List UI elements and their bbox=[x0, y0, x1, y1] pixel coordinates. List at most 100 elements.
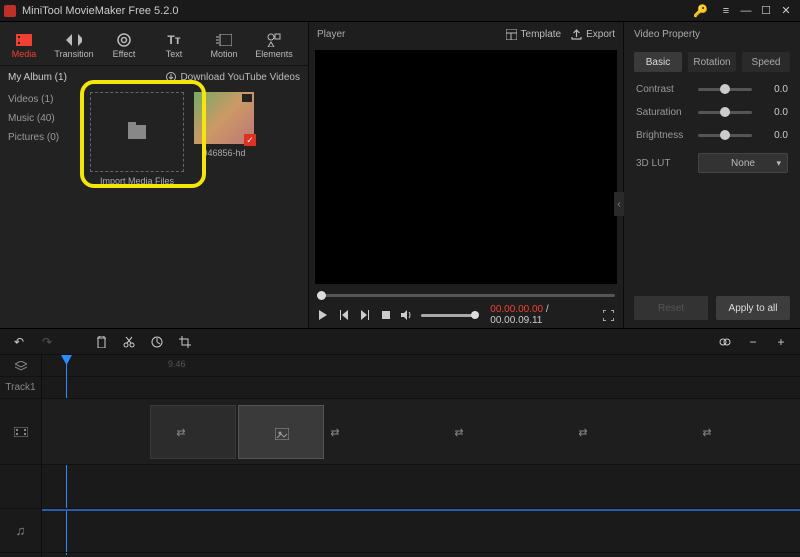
effect-icon bbox=[116, 33, 132, 47]
player-title: Player bbox=[317, 29, 345, 40]
volume-slider[interactable] bbox=[421, 314, 476, 317]
transition-slot[interactable]: ⇄ bbox=[574, 423, 592, 441]
next-frame-button[interactable] bbox=[359, 308, 372, 322]
tab-media[interactable]: Media bbox=[0, 26, 48, 66]
app-logo bbox=[4, 5, 16, 17]
chevron-down-icon: ▾ bbox=[776, 158, 781, 169]
collapse-properties-button[interactable]: ‹ bbox=[614, 192, 624, 216]
clip-thumb-icon bbox=[275, 428, 289, 440]
play-button[interactable] bbox=[317, 308, 330, 322]
sidebar-pictures[interactable]: Pictures (0) bbox=[8, 132, 86, 143]
app-title: MiniTool MovieMaker Free 5.2.0 bbox=[22, 5, 693, 17]
redo-button[interactable]: ↷ bbox=[40, 335, 54, 349]
lut-select[interactable]: None ▾ bbox=[698, 153, 788, 173]
transition-slot[interactable]: ⇄ bbox=[172, 423, 190, 441]
brightness-label: Brightness bbox=[636, 130, 690, 141]
activate-key-icon[interactable]: 🔑 bbox=[693, 4, 708, 18]
export-button[interactable]: Export bbox=[571, 29, 615, 40]
timeline-ruler[interactable]: 9.46 bbox=[42, 355, 800, 377]
media-icon bbox=[16, 33, 32, 47]
export-icon bbox=[571, 29, 582, 40]
tab-speed[interactable]: Speed bbox=[742, 52, 790, 72]
tab-text[interactable]: Tт Text bbox=[150, 26, 198, 66]
track-video-header bbox=[0, 399, 41, 465]
saturation-value: 0.0 bbox=[760, 107, 788, 118]
minimize-button[interactable]: — bbox=[736, 3, 756, 19]
timeline-clip[interactable] bbox=[150, 405, 236, 459]
text-icon: Tт bbox=[166, 33, 182, 47]
brightness-value: 0.0 bbox=[760, 130, 788, 141]
video-track[interactable]: ⇄ ⇄ ⇄ ⇄ ⇄ ⇄ bbox=[42, 399, 800, 465]
folder-icon bbox=[128, 125, 146, 139]
tab-effect[interactable]: Effect bbox=[100, 26, 148, 66]
sidebar-videos[interactable]: Videos (1) bbox=[8, 94, 86, 105]
media-thumbnail-caption: 046856-hd bbox=[194, 148, 254, 158]
volume-button[interactable] bbox=[400, 308, 413, 322]
transition-icon bbox=[66, 33, 82, 47]
ruler-tick: 9.46 bbox=[168, 359, 186, 369]
audio-track[interactable] bbox=[42, 509, 800, 553]
menu-icon[interactable]: ≡ bbox=[716, 3, 736, 19]
saturation-label: Saturation bbox=[636, 107, 690, 118]
import-media-button[interactable] bbox=[90, 92, 184, 172]
template-icon bbox=[506, 29, 517, 40]
download-youtube-button[interactable]: Download YouTube Videos bbox=[166, 72, 300, 83]
saturation-slider[interactable] bbox=[698, 111, 752, 114]
elements-icon bbox=[266, 33, 282, 47]
apply-to-all-button[interactable]: Apply to all bbox=[716, 296, 790, 320]
transition-slot[interactable]: ⇄ bbox=[698, 423, 716, 441]
split-button[interactable] bbox=[122, 335, 136, 349]
selected-check-icon: ✓ bbox=[244, 134, 256, 146]
sidebar-music[interactable]: Music (40) bbox=[8, 113, 86, 124]
zoom-fit-button[interactable] bbox=[718, 335, 732, 349]
zoom-out-button[interactable]: − bbox=[746, 335, 760, 349]
crop-button[interactable] bbox=[178, 335, 192, 349]
track-fx-header bbox=[0, 465, 41, 509]
tab-motion[interactable]: Motion bbox=[200, 26, 248, 66]
delete-button[interactable] bbox=[94, 335, 108, 349]
zoom-in-button[interactable]: + bbox=[774, 335, 788, 349]
track1[interactable] bbox=[42, 377, 800, 399]
music-note-icon: ♫ bbox=[16, 523, 26, 538]
import-media-label: Import Media Files bbox=[100, 176, 174, 186]
media-gallery: Import Media Files ✓ 046856-hd bbox=[86, 88, 308, 328]
download-icon bbox=[166, 72, 176, 82]
track1-label: Track1 bbox=[0, 377, 41, 399]
media-category-sidebar: Videos (1) Music (40) Pictures (0) bbox=[0, 88, 86, 328]
transition-slot[interactable]: ⇄ bbox=[326, 423, 344, 441]
motion-icon bbox=[216, 33, 232, 47]
prev-frame-button[interactable] bbox=[338, 308, 351, 322]
tab-basic[interactable]: Basic bbox=[634, 52, 682, 72]
stop-button[interactable] bbox=[380, 308, 393, 322]
timeline-clip-selected[interactable] bbox=[238, 405, 324, 459]
brightness-slider[interactable] bbox=[698, 134, 752, 137]
track-audio-header: ♫ bbox=[0, 509, 41, 553]
transition-slot[interactable]: ⇄ bbox=[450, 423, 468, 441]
tab-transition[interactable]: Transition bbox=[50, 26, 98, 66]
properties-title: Video Property bbox=[634, 29, 700, 40]
effects-track[interactable] bbox=[42, 465, 800, 509]
maximize-button[interactable]: ☐ bbox=[756, 3, 776, 19]
main-toolbar: Media Transition Effect Tт Text Motion E… bbox=[0, 22, 308, 66]
player-viewport[interactable] bbox=[315, 50, 617, 284]
film-icon bbox=[14, 427, 28, 437]
track-header-ruler bbox=[0, 355, 41, 377]
fullscreen-button[interactable] bbox=[602, 308, 615, 322]
contrast-value: 0.0 bbox=[760, 84, 788, 95]
video-badge-icon bbox=[242, 94, 252, 102]
speed-button[interactable] bbox=[150, 335, 164, 349]
lut-label: 3D LUT bbox=[636, 158, 690, 169]
contrast-slider[interactable] bbox=[698, 88, 752, 91]
media-thumbnail[interactable]: ✓ bbox=[194, 92, 254, 144]
album-title: My Album (1) bbox=[8, 72, 67, 83]
reset-button[interactable]: Reset bbox=[634, 296, 708, 320]
player-seek-slider[interactable] bbox=[317, 294, 615, 297]
close-button[interactable]: ✕ bbox=[776, 3, 796, 19]
layers-icon bbox=[15, 361, 27, 371]
template-button[interactable]: Template bbox=[506, 29, 562, 40]
undo-button[interactable]: ↶ bbox=[12, 335, 26, 349]
contrast-label: Contrast bbox=[636, 84, 690, 95]
player-timecode: 00.00.00.00 / 00.00.09.11 bbox=[490, 304, 594, 326]
tab-rotation[interactable]: Rotation bbox=[688, 52, 736, 72]
tab-elements[interactable]: Elements bbox=[250, 26, 298, 66]
